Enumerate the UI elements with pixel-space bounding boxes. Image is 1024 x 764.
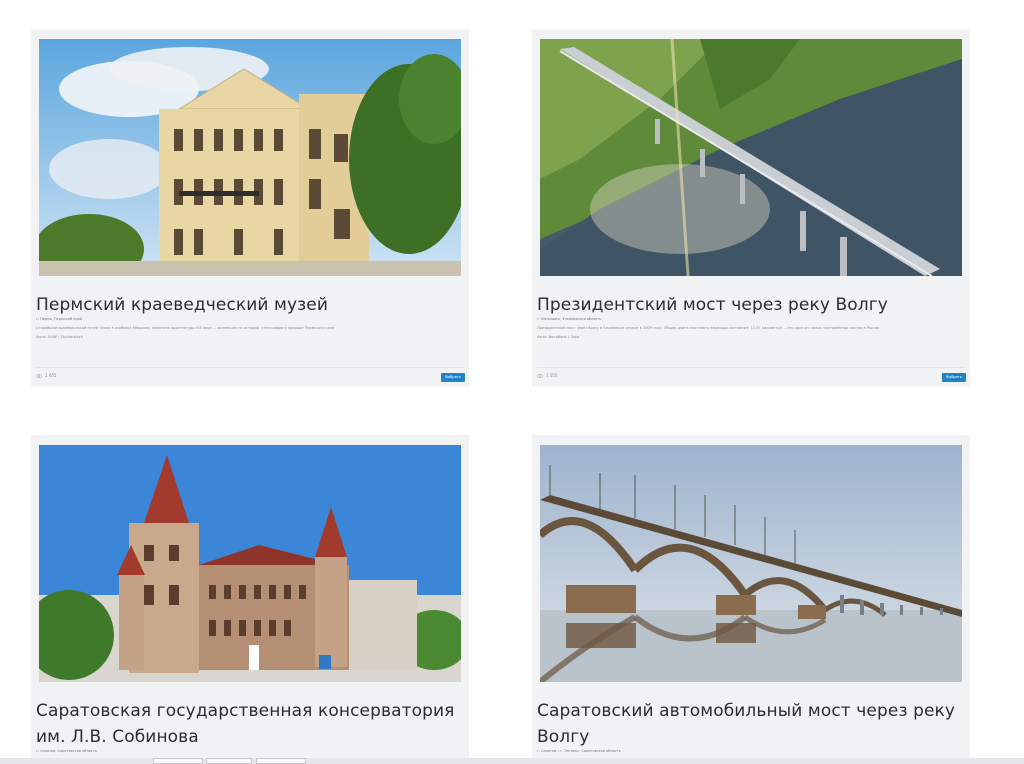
- bottom-tab[interactable]: [256, 758, 306, 764]
- bottom-tab[interactable]: [153, 758, 203, 764]
- card-title[interactable]: Пермский краеведческий музей: [36, 292, 459, 318]
- card-views: 1 055: [36, 373, 56, 378]
- card-saratov-bridge[interactable]: Саратовский автомобильный мост через рек…: [532, 435, 970, 764]
- card-location: г. Пермь, Пермский край: [36, 317, 83, 321]
- bottom-tab[interactable]: [206, 758, 252, 764]
- card-description: Президентский мост через Волгу в Ульянов…: [537, 326, 880, 330]
- card-views: 1 055: [537, 373, 557, 378]
- views-count: 1 055: [546, 373, 558, 378]
- card-location: г. Саратов – г. Энгельс, Саратовская обл…: [537, 749, 621, 753]
- card-photo-source: Фото: Фотобанк / Лори: [537, 335, 580, 339]
- card-divider: [36, 367, 464, 368]
- eye-icon: [537, 373, 543, 378]
- card-saratov-conservatory[interactable]: Саратовская государственная консерватори…: [31, 435, 469, 764]
- saratov-bridge-photo: [540, 445, 962, 682]
- card-title[interactable]: Президентский мост через реку Волгу: [537, 292, 960, 318]
- saratov-conservatory-photo: [39, 445, 461, 682]
- card-location: г. Ульяновск, Ульяновская область: [537, 317, 602, 321]
- views-count: 1 055: [45, 373, 57, 378]
- card-description: Старейший краеведческий музей Урала в ос…: [36, 326, 335, 330]
- card-presidential-bridge[interactable]: Президентский мост через реку Волгу г. У…: [532, 29, 970, 387]
- perm-museum-photo: [39, 39, 461, 276]
- card-title[interactable]: Саратовская государственная консерватори…: [36, 698, 459, 750]
- card-location: г. Саратов, Саратовская область: [36, 749, 97, 753]
- select-button[interactable]: Выбрать: [942, 373, 966, 382]
- select-button[interactable]: Выбрать: [441, 373, 465, 382]
- eye-icon: [36, 373, 42, 378]
- presidential-bridge-photo: [540, 39, 962, 276]
- card-title[interactable]: Саратовский автомобильный мост через рек…: [537, 698, 960, 750]
- card-perm-museum[interactable]: Пермский краеведческий музей г. Пермь, П…: [31, 29, 469, 387]
- card-divider: [537, 367, 965, 368]
- card-photo-source: Фото: ЛАВР / Shutterstock: [36, 335, 83, 339]
